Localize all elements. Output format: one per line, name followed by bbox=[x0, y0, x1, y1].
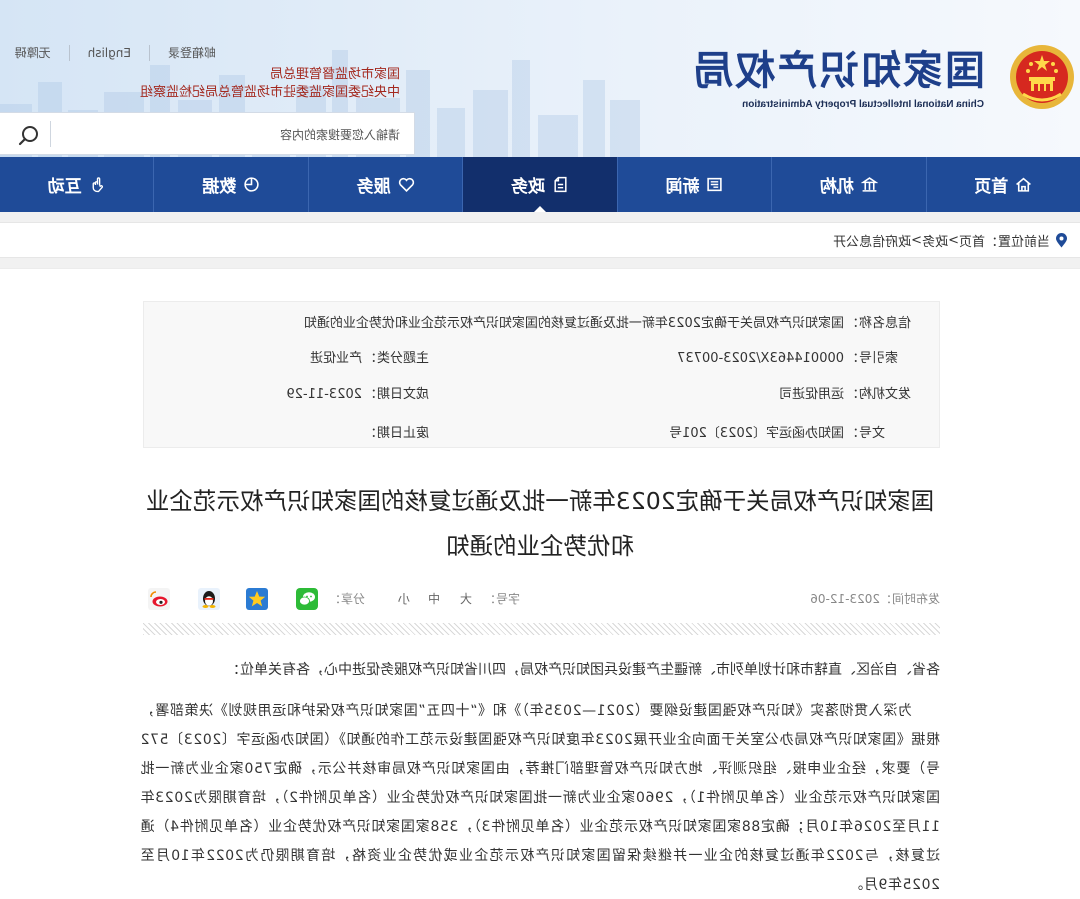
building-icon bbox=[860, 177, 878, 192]
share-label: 分享： bbox=[328, 592, 365, 606]
publish-value: 2023-12-06 bbox=[810, 592, 880, 606]
document-icon bbox=[554, 176, 567, 193]
breadcrumb-prefix: 当前位置： bbox=[984, 234, 1050, 250]
info-index-value: 000014463X/2023-00737 bbox=[677, 351, 844, 366]
nav-item-home[interactable]: 首页 bbox=[927, 157, 1080, 212]
font-size-label: 字号： bbox=[483, 592, 520, 606]
hatched-divider bbox=[143, 623, 940, 635]
nav-item-label: 数据 bbox=[202, 177, 237, 197]
nav-item-institution[interactable]: 机构 bbox=[772, 157, 927, 212]
nav-item-label: 政务 bbox=[511, 177, 546, 197]
info-label: 信息名称： bbox=[846, 316, 912, 331]
site-title[interactable]: 国家知识产权局 bbox=[691, 46, 985, 96]
qzone-icon[interactable] bbox=[246, 588, 268, 610]
info-row-name: 信息名称： 国家知识产权局关于确定2023年新一批及通过复核的国家知识产权示范企… bbox=[142, 314, 939, 334]
info-docno-value: 国知办函运字〔2023〕201号 bbox=[669, 426, 844, 441]
font-size-small-button[interactable]: 小 bbox=[398, 588, 410, 610]
breadcrumb-separator: > bbox=[911, 232, 923, 248]
mail-login-link[interactable]: 邮箱登录 bbox=[150, 45, 216, 61]
breadcrumb: 当前位置： 首页 > 政务 > 政府信息公开 bbox=[0, 222, 1080, 258]
nav-item-government-affairs[interactable]: 政务 bbox=[463, 157, 618, 212]
search-box bbox=[0, 112, 415, 155]
top-links: 邮箱登录 English 无障碍 bbox=[0, 45, 216, 61]
pie-chart-icon bbox=[244, 177, 259, 192]
nav-item-news[interactable]: 新闻 bbox=[617, 157, 773, 212]
affiliate-link-discipline[interactable]: 中央纪委国家监委驻市场监管总局纪检监察组 bbox=[140, 84, 400, 102]
nav-item-label: 服务 bbox=[356, 177, 391, 197]
search-input[interactable] bbox=[58, 121, 402, 149]
nav-item-label: 机构 bbox=[819, 177, 854, 197]
article-meta: 发布时间：2023-12-06 字号： 大 中 小 分享： bbox=[0, 588, 1080, 610]
weibo-icon[interactable] bbox=[148, 588, 170, 610]
article-title: 国家知识产权局关于确定2023年新一批及通过复核的国家知识产权示范企业和优势企业… bbox=[145, 487, 935, 560]
main-nav: 首页 机构 新闻 政务 服务 数据 互动 bbox=[0, 157, 1080, 212]
hand-icon bbox=[92, 177, 103, 193]
info-label: 废止日期： bbox=[364, 426, 430, 441]
search-icon[interactable] bbox=[16, 122, 42, 148]
info-row-docno: 文号： 国知办函运字〔2023〕201号 废止日期： bbox=[142, 424, 939, 444]
article-body: 为深入贯彻落实《知识产权强国建设纲要（2021—2035年）》和《“十四五”国家… bbox=[140, 703, 940, 893]
font-size-large-button[interactable]: 大 bbox=[460, 588, 472, 610]
breadcrumb-disclosure-link[interactable]: 政府信息公开 bbox=[833, 231, 911, 250]
info-date-value: 2023-11-29 bbox=[286, 387, 362, 402]
affiliate-links: 国家市场监督管理总局 中央纪委国家监委驻市场监管总局纪检监察组 bbox=[140, 66, 400, 102]
publish-date: 发布时间：2023-12-06 bbox=[810, 588, 940, 610]
nav-item-service[interactable]: 服务 bbox=[308, 157, 464, 212]
article-container: 信息名称： 国家知识产权局关于确定2023年新一批及通过复核的国家知识产权示范企… bbox=[0, 268, 1080, 899]
affiliate-link-samr[interactable]: 国家市场监督管理总局 bbox=[140, 66, 400, 84]
nav-item-interaction[interactable]: 互动 bbox=[0, 157, 155, 212]
qq-icon[interactable] bbox=[198, 588, 220, 610]
info-row-issuer: 发文机构： 运用促进司 成文日期： 2023-11-29 bbox=[142, 385, 939, 405]
info-label: 发文机构： bbox=[846, 387, 912, 402]
site-header: 国家知识产权局 China National Intellectual Prop… bbox=[0, 0, 1080, 157]
home-icon bbox=[1016, 177, 1032, 192]
info-label: 成文日期： bbox=[364, 387, 430, 402]
accessibility-link[interactable]: 无障碍 bbox=[0, 45, 70, 61]
national-emblem-icon[interactable] bbox=[1009, 44, 1075, 110]
info-topic-value: 产业促进 bbox=[309, 351, 362, 366]
nav-item-label: 新闻 bbox=[665, 177, 700, 197]
info-issuer-value: 运用促进司 bbox=[778, 387, 844, 402]
page-root: 国家知识产权局 China National Intellectual Prop… bbox=[0, 0, 1080, 899]
wechat-icon[interactable] bbox=[296, 588, 318, 610]
nav-item-data[interactable]: 数据 bbox=[154, 157, 309, 212]
english-link[interactable]: English bbox=[69, 45, 150, 61]
article-greeting: 各省、自治区、直辖市和计划单列市、新疆生产建设兵团知识产权局，四川省知识产权服务… bbox=[226, 662, 940, 678]
info-row-index: 索引号： 000014463X/2023-00737 主题分类： 产业促进 bbox=[142, 349, 939, 369]
location-pin-icon bbox=[1056, 232, 1067, 247]
font-size-medium-button[interactable]: 中 bbox=[428, 588, 440, 610]
breadcrumb-home-link[interactable]: 首页 bbox=[959, 231, 985, 250]
search-divider bbox=[50, 121, 51, 147]
nav-item-label: 互动 bbox=[47, 177, 82, 197]
info-label: 索引号： bbox=[846, 351, 899, 366]
info-label: 文号： bbox=[846, 426, 886, 441]
info-table: 信息名称： 国家知识产权局关于确定2023年新一批及通过复核的国家知识产权示范企… bbox=[143, 301, 940, 448]
heart-icon bbox=[398, 177, 414, 193]
info-name-value: 国家知识产权局关于确定2023年新一批及通过复核的国家知识产权示范企业和优势企业… bbox=[303, 316, 844, 331]
info-label: 主题分类： bbox=[364, 351, 430, 366]
publish-label: 发布时间： bbox=[879, 592, 940, 606]
site-subtitle: China National Intellectual Property Adm… bbox=[742, 99, 984, 110]
news-icon bbox=[707, 177, 723, 192]
breadcrumb-affairs-link[interactable]: 政务 bbox=[922, 231, 948, 250]
nav-item-label: 首页 bbox=[974, 177, 1009, 197]
breadcrumb-separator: > bbox=[948, 232, 959, 248]
